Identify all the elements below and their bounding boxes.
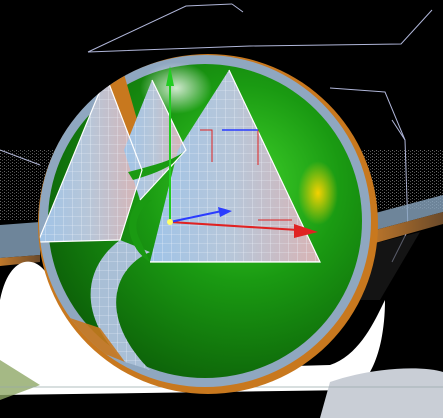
gizmo-center-handle[interactable] [167,219,173,225]
3d-viewport[interactable] [0,0,443,418]
viewport-canvas[interactable] [0,0,443,418]
